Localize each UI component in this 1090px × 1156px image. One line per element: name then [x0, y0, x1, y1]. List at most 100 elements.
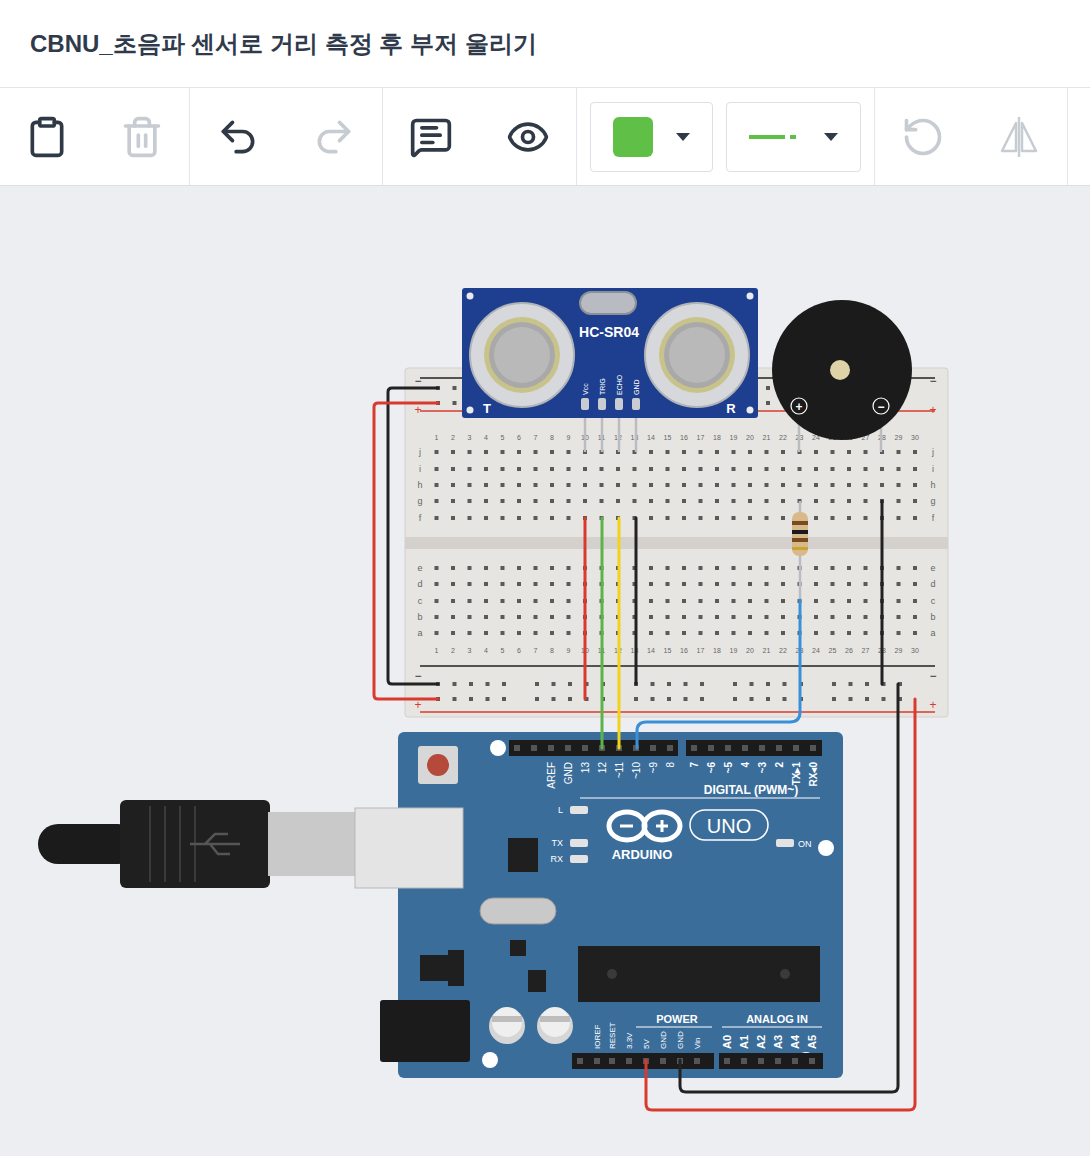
hole[interactable]: [781, 499, 785, 503]
hole[interactable]: [684, 697, 688, 701]
hole[interactable]: [913, 566, 917, 570]
header-pin[interactable]: [594, 1058, 600, 1064]
header-pin[interactable]: [514, 745, 520, 751]
header-pin[interactable]: [776, 745, 782, 751]
hole[interactable]: [897, 450, 901, 454]
hole[interactable]: [814, 631, 818, 635]
hole[interactable]: [435, 450, 439, 454]
header-pin[interactable]: [691, 745, 697, 751]
hole[interactable]: [484, 516, 488, 520]
wire[interactable]: [646, 699, 915, 1110]
hole[interactable]: [501, 483, 505, 487]
hole[interactable]: [847, 467, 851, 471]
hole[interactable]: [435, 483, 439, 487]
hole[interactable]: [766, 386, 770, 390]
hole[interactable]: [501, 516, 505, 520]
hole[interactable]: [715, 516, 719, 520]
hole[interactable]: [849, 682, 853, 686]
hole[interactable]: [831, 566, 835, 570]
hole[interactable]: [732, 450, 736, 454]
hole[interactable]: [550, 582, 554, 586]
hole[interactable]: [451, 483, 455, 487]
wire[interactable]: [618, 518, 621, 748]
hole[interactable]: [501, 599, 505, 603]
wire[interactable]: [637, 600, 800, 748]
hole[interactable]: [781, 582, 785, 586]
hole[interactable]: [600, 467, 604, 471]
hole[interactable]: [484, 582, 488, 586]
hole[interactable]: [715, 450, 719, 454]
hole[interactable]: [484, 566, 488, 570]
hole[interactable]: [484, 467, 488, 471]
hole[interactable]: [501, 615, 505, 619]
header-pin[interactable]: [531, 745, 537, 751]
hole[interactable]: [798, 467, 802, 471]
hole[interactable]: [864, 483, 868, 487]
hole[interactable]: [765, 483, 769, 487]
hole[interactable]: [501, 499, 505, 503]
hole[interactable]: [435, 631, 439, 635]
hole[interactable]: [699, 450, 703, 454]
hole[interactable]: [715, 566, 719, 570]
hole[interactable]: [667, 682, 671, 686]
hole[interactable]: [682, 499, 686, 503]
hole[interactable]: [451, 467, 455, 471]
hole[interactable]: [814, 516, 818, 520]
hole[interactable]: [567, 450, 571, 454]
hole[interactable]: [682, 516, 686, 520]
hole[interactable]: [864, 582, 868, 586]
header-pin[interactable]: [793, 745, 799, 751]
piezo-buzzer[interactable]: +−: [772, 300, 912, 452]
hole[interactable]: [732, 599, 736, 603]
hole[interactable]: [765, 615, 769, 619]
hole[interactable]: [682, 582, 686, 586]
hole[interactable]: [715, 599, 719, 603]
hole[interactable]: [567, 615, 571, 619]
hole[interactable]: [451, 516, 455, 520]
header-pin[interactable]: [759, 745, 765, 751]
header-pin[interactable]: [724, 1058, 730, 1064]
header-pin[interactable]: [809, 1058, 815, 1064]
arduino-uno[interactable]: AREFGND1312~11~10~987~6~54~32TX▸1RX◂0DIG…: [38, 732, 843, 1078]
hole[interactable]: [814, 615, 818, 619]
hole[interactable]: [715, 499, 719, 503]
header-pin[interactable]: [582, 745, 588, 751]
hole[interactable]: [633, 467, 637, 471]
hole[interactable]: [715, 483, 719, 487]
hole[interactable]: [666, 599, 670, 603]
wire[interactable]: [388, 388, 438, 684]
hole[interactable]: [567, 483, 571, 487]
header-pin[interactable]: [577, 1058, 583, 1064]
hole[interactable]: [517, 582, 521, 586]
hole[interactable]: [897, 499, 901, 503]
hole[interactable]: [451, 615, 455, 619]
hole[interactable]: [534, 483, 538, 487]
hole[interactable]: [781, 566, 785, 570]
hole[interactable]: [616, 499, 620, 503]
hole[interactable]: [781, 450, 785, 454]
hole[interactable]: [864, 566, 868, 570]
hole[interactable]: [435, 599, 439, 603]
hole[interactable]: [831, 499, 835, 503]
hole[interactable]: [733, 697, 737, 701]
hole[interactable]: [534, 566, 538, 570]
hole[interactable]: [484, 483, 488, 487]
hole[interactable]: [486, 682, 490, 686]
hole[interactable]: [864, 467, 868, 471]
hole[interactable]: [766, 697, 770, 701]
hole[interactable]: [699, 516, 703, 520]
view-button[interactable]: [498, 107, 558, 167]
hole[interactable]: [550, 631, 554, 635]
hole[interactable]: [699, 499, 703, 503]
hole[interactable]: [583, 467, 587, 471]
hole[interactable]: [468, 599, 472, 603]
hole[interactable]: [700, 682, 704, 686]
hole[interactable]: [649, 631, 653, 635]
circuit-diagram[interactable]: −−−−++++11223344556677889910101111121213…: [0, 186, 1090, 1156]
hole[interactable]: [666, 450, 670, 454]
hole[interactable]: [748, 467, 752, 471]
hole[interactable]: [484, 450, 488, 454]
hole[interactable]: [435, 566, 439, 570]
hole[interactable]: [501, 631, 505, 635]
hole[interactable]: [453, 697, 457, 701]
